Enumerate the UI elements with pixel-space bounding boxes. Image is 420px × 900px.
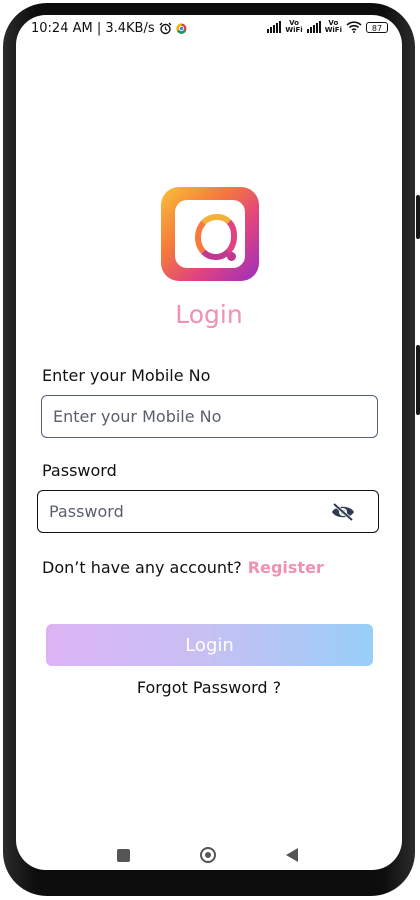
register-prompt: Don’t have any account? Register — [42, 558, 324, 577]
back-icon[interactable] — [286, 848, 298, 862]
screen: 10:24 AM | 3.4KB/s Vo WiFi Vo WiFi 87 Lo… — [16, 15, 402, 870]
password-field[interactable] — [37, 490, 379, 533]
eye-off-icon[interactable] — [330, 502, 356, 522]
mobile-input[interactable] — [51, 406, 335, 427]
app-logo — [161, 187, 259, 281]
phone-frame: 10:24 AM | 3.4KB/s Vo WiFi Vo WiFi 87 Lo… — [0, 0, 420, 900]
recents-icon[interactable] — [117, 849, 130, 862]
home-icon[interactable] — [200, 847, 216, 863]
power-button — [416, 345, 420, 415]
forgot-password-link[interactable]: Forgot Password ? — [16, 678, 402, 697]
vowifi-label-1: Vo WiFi — [285, 19, 303, 34]
alarm-icon — [159, 22, 172, 35]
status-bar: 10:24 AM | 3.4KB/s Vo WiFi Vo WiFi 87 — [16, 15, 402, 43]
vowifi-label-2: Vo WiFi — [324, 19, 342, 34]
volume-button — [416, 195, 420, 239]
system-nav-bar — [16, 843, 402, 867]
status-time: 10:24 AM | 3.4KB/s — [31, 21, 155, 36]
page-title: Login — [175, 300, 243, 329]
wifi-icon — [346, 21, 362, 33]
password-label: Password — [42, 461, 117, 480]
register-link[interactable]: Register — [248, 558, 324, 577]
no-account-text: Don’t have any account? — [42, 558, 242, 577]
chrome-icon — [175, 23, 187, 34]
battery-indicator: 87 — [366, 21, 388, 33]
mobile-label: Enter your Mobile No — [42, 366, 211, 385]
login-button[interactable]: Login — [46, 624, 373, 666]
mobile-field[interactable] — [41, 395, 378, 438]
password-input[interactable] — [47, 501, 331, 522]
signal-icon — [267, 21, 282, 33]
signal-icon-2 — [306, 21, 321, 33]
